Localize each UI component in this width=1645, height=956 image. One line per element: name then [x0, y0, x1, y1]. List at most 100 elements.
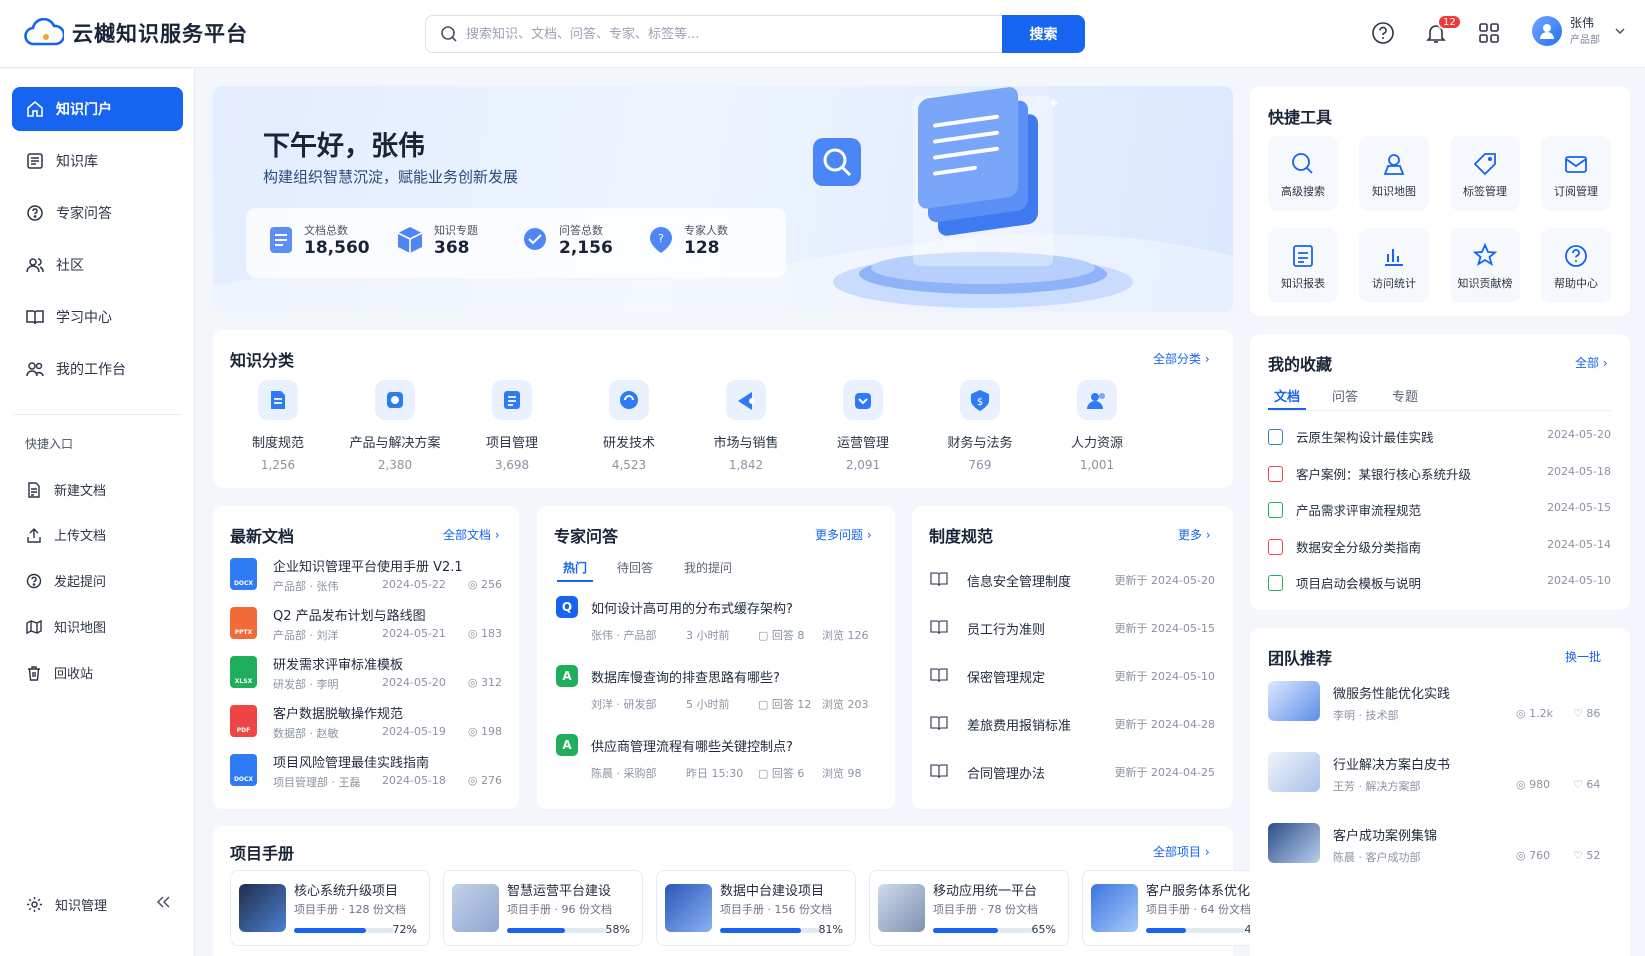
tool-search[interactable]: 高级搜索 [1268, 136, 1338, 211]
hero-subtitle: 构建组织智慧沉淀，赋能业务创新发展 [263, 168, 519, 186]
search-button[interactable]: 搜索 [1002, 15, 1085, 53]
all-favorites-link[interactable]: 全部 › [1575, 354, 1608, 371]
app-logo[interactable]: 云樾知识服务平台 [24, 18, 248, 48]
notification-bell-icon[interactable]: 12 [1423, 14, 1462, 46]
sidebar-item-portal[interactable]: 知识门户 [12, 87, 183, 131]
all-categories-link[interactable]: 全部分类 › [1153, 350, 1210, 367]
sidebar-item-learning[interactable]: 学习中心 [12, 295, 183, 339]
favorite-row[interactable]: 云原生架构设计最佳实践 2024-05-20 [1268, 425, 1611, 449]
favorite-date: 2024-05-15 [1547, 501, 1611, 514]
doc-title: 客户数据脱敏操作规范 [273, 707, 404, 722]
refresh-team-link[interactable]: 换一批 [1565, 648, 1601, 665]
category-count: 1,001 [1079, 458, 1115, 472]
sidebar-item-community[interactable]: 社区 [12, 243, 183, 287]
tab-fav-docs[interactable]: 文档 [1274, 386, 1300, 405]
map-pin-icon [1359, 150, 1429, 178]
favorite-row[interactable]: 产品需求评审流程规范 2024-05-15 [1268, 498, 1611, 522]
qa-time: 5 小时前 [686, 698, 730, 711]
all-projects-link[interactable]: 全部项目 › [1153, 843, 1210, 860]
collapse-sidebar-icon[interactable] [155, 894, 171, 914]
views-count: 256 [481, 578, 502, 591]
tool-report[interactable]: 知识报表 [1268, 228, 1338, 303]
doc-row[interactable]: DOCX 项目风险管理最佳实践指南 项目管理部 · 王磊 2024-05-18 … [230, 752, 502, 798]
project-card[interactable]: 数据中台建设项目 项目手册 · 156 份文档 81% [656, 870, 856, 946]
favorite-row[interactable]: 客户案例：某银行核心系统升级 2024-05-18 [1268, 462, 1611, 486]
tool-trophy[interactable]: 知识贡献榜 [1450, 228, 1520, 303]
tab-unanswered[interactable]: 待回答 [617, 559, 653, 576]
quick-map[interactable]: 知识地图 [26, 617, 106, 636]
regulation-row[interactable]: 保密管理规定 更新于 2024-05-10 [930, 661, 1215, 691]
category-item[interactable]: 项目管理 3,698 [457, 380, 567, 472]
user-menu[interactable]: 张伟 产品部 [1532, 16, 1626, 46]
favorite-name: 客户案例：某银行核心系统升级 [1296, 466, 1472, 482]
svg-text:✦: ✦ [1048, 96, 1060, 112]
views-count: 760 [1529, 849, 1551, 862]
sidebar-item-qa[interactable]: 专家问答 [12, 191, 183, 235]
qa-time: 昨日 15:30 [686, 767, 744, 780]
qa-views: 浏览 126 [822, 629, 869, 642]
regulation-row[interactable]: 员工行为准则 更新于 2024-05-15 [930, 613, 1215, 643]
category-item[interactable]: 制度规范 1,256 [223, 380, 333, 472]
cube-stat-icon [397, 227, 423, 253]
file-type-icon: XLSX [230, 656, 257, 688]
search-input[interactable] [458, 16, 1002, 52]
project-card[interactable]: 智慧运营平台建设 项目手册 · 96 份文档 58% [443, 870, 643, 946]
help-icon[interactable] [1370, 20, 1396, 46]
tab-fav-topics[interactable]: 专题 [1392, 386, 1418, 405]
regulation-row[interactable]: 合同管理办法 更新于 2024-04-25 [930, 757, 1215, 787]
favorite-file-icon [1268, 502, 1283, 518]
team-recommend-row[interactable]: 行业解决方案白皮书 王芳 · 解决方案部 ◎ 980 ♡ 64 [1268, 752, 1611, 802]
doc-author: 产品部 · 张伟 [273, 580, 339, 593]
tab-my-questions[interactable]: 我的提问 [684, 559, 732, 576]
quick-trash[interactable]: 回收站 [26, 663, 93, 682]
tab-hot[interactable]: 热门 [563, 559, 587, 576]
doc-row[interactable]: XLSX 研发需求评审标准模板 研发部 · 李明 2024-05-20 ◎ 31… [230, 654, 502, 700]
team-recommend-row[interactable]: 微服务性能优化实践 李明 · 技术部 ◎ 1.2k ♡ 86 [1268, 681, 1611, 731]
regulation-row[interactable]: 信息安全管理制度 更新于 2024-05-20 [930, 565, 1215, 595]
quick-upload-doc[interactable]: 上传文档 [26, 525, 106, 544]
regulation-date: 更新于 2024-05-10 [1114, 670, 1215, 683]
category-item[interactable]: 研发技术 4,523 [574, 380, 684, 472]
category-item[interactable]: $ 财务与法务 769 [925, 380, 1035, 472]
tool-tag[interactable]: 标签管理 [1450, 136, 1520, 211]
quick-ask[interactable]: 发起提问 [26, 571, 106, 590]
favorite-row[interactable]: 数据安全分级分类指南 2024-05-14 [1268, 535, 1611, 559]
category-item[interactable]: 产品与解决方案 2,380 [340, 380, 450, 472]
sidebar-footer-admin[interactable]: 知识管理 [26, 895, 107, 914]
category-item[interactable]: 市场与销售 1,842 [691, 380, 801, 472]
search-icon [1268, 150, 1338, 178]
doc-row[interactable]: DOCX 企业知识管理平台使用手册 V2.1 产品部 · 张伟 2024-05-… [230, 556, 502, 602]
qa-row[interactable]: A 数据库慢查询的排查思路有哪些? 刘洋 · 研发部 5 小时前 ▢ 回答 12… [556, 665, 876, 715]
all-docs-link[interactable]: 全部文档 › [443, 526, 500, 543]
more-questions-link[interactable]: 更多问题 › [815, 526, 872, 543]
apps-grid-icon[interactable] [1476, 20, 1502, 46]
category-item[interactable]: 运营管理 2,091 [808, 380, 918, 472]
favorite-row[interactable]: 项目启动会模板与说明 2024-05-10 [1268, 571, 1611, 595]
doc-row[interactable]: PPTX Q2 产品发布计划与路线图 产品部 · 刘洋 2024-05-21 ◎… [230, 605, 502, 651]
team-recommend-row[interactable]: 客户成功案例集锦 陈晨 · 客户成功部 ◎ 760 ♡ 52 [1268, 823, 1611, 873]
quick-new-doc[interactable]: 新建文档 [26, 480, 106, 499]
regulation-row[interactable]: 差旅费用报销标准 更新于 2024-04-28 [930, 709, 1215, 739]
favorite-file-icon [1268, 429, 1283, 445]
tool-map-pin[interactable]: 知识地图 [1359, 136, 1429, 211]
project-card[interactable]: 核心系统升级项目 项目手册 · 128 份文档 72% [230, 870, 430, 946]
favorite-name: 产品需求评审流程规范 [1296, 503, 1422, 518]
qa-row[interactable]: Q 如何设计高可用的分布式缓存架构? 张伟 · 产品部 3 小时前 ▢ 回答 8… [556, 596, 876, 646]
likes-count: 64 [1586, 778, 1601, 791]
tool-help[interactable]: 帮助中心 [1541, 228, 1611, 303]
category-item[interactable]: 人力资源 1,001 [1042, 380, 1152, 472]
tool-bar-chart[interactable]: 访问统计 [1359, 228, 1429, 303]
regulation-date: 更新于 2024-05-20 [1114, 574, 1215, 587]
tab-fav-qa[interactable]: 问答 [1332, 386, 1358, 405]
qa-row[interactable]: A 供应商管理流程有哪些关键控制点? 陈晨 · 采购部 昨日 15:30 ▢ 回… [556, 734, 876, 784]
more-regulations-link[interactable]: 更多 › [1178, 526, 1211, 543]
project-card[interactable]: 移动应用统一平台 项目手册 · 78 份文档 65% [869, 870, 1069, 946]
team-thumbnail [1268, 681, 1320, 721]
doc-date: 2024-05-22 [382, 578, 446, 591]
sidebar-item-library[interactable]: 知识库 [12, 139, 183, 183]
doc-row[interactable]: PDF 客户数据脱敏操作规范 数据部 · 赵敏 2024-05-19 ◎ 198 [230, 703, 502, 749]
regulation-date: 更新于 2024-04-28 [1114, 718, 1215, 731]
tool-mail[interactable]: 订阅管理 [1541, 136, 1611, 211]
sidebar-item-workspace[interactable]: 我的工作台 [12, 347, 183, 391]
avatar [1532, 16, 1562, 46]
